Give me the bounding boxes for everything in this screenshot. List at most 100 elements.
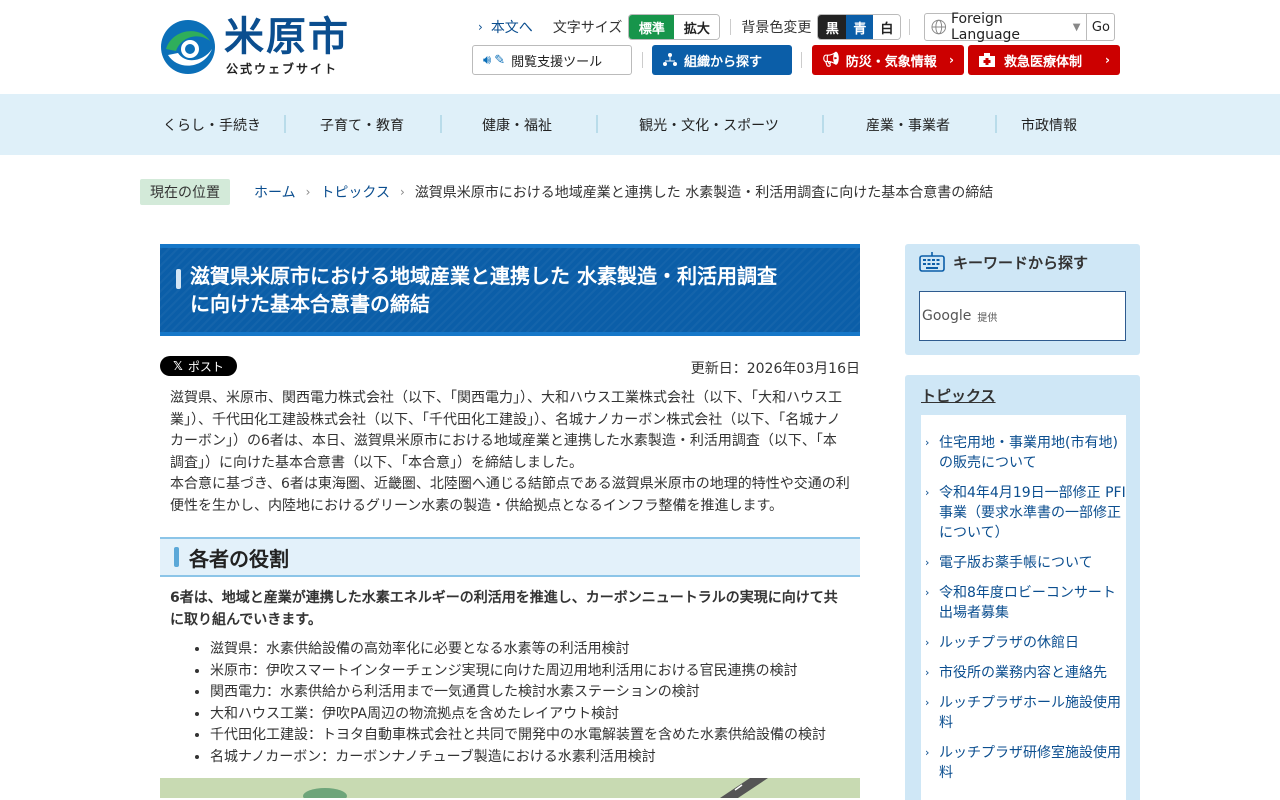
bg-white-button[interactable]: 白 (873, 15, 901, 39)
list-item: 関西電力：水素供給から利活用まで一気通貫した検討水素ステーションの検討 (210, 682, 860, 704)
x-post-button[interactable]: 𝕏 ポスト (160, 356, 237, 376)
organization-icon (663, 53, 677, 66)
topic-link[interactable]: › 住宅用地・事業用地(市有地)の販売について (921, 433, 1126, 473)
nav-item-industry[interactable]: 産業・事業者 (842, 94, 974, 155)
breadcrumb: 現在の位置 ホーム › トピックス › 滋賀県米原市における地域産業と連携した … (140, 179, 994, 205)
nav-item-health[interactable]: 健康・福祉 (460, 94, 574, 155)
nav-divider (440, 115, 442, 133)
paragraph: 本合意に基づき、6者は東海圏、近畿圏、北陸圏へ通じる結節点である滋賀県米原市の地… (170, 476, 850, 514)
topic-link[interactable]: › 令和4年4月19日一部修正 PFI事業（要求水準書の一部修正について） (921, 483, 1126, 543)
divider (730, 19, 732, 35)
topic-link[interactable]: › 電子版お薬手帳について (921, 553, 1126, 573)
topics-list: › 住宅用地・事業用地(市有地)の販売について › 令和4年4月19日一部修正 PF… (921, 415, 1126, 800)
list-item: 米原市：伊吹スマートインターチェンジ実現に向けた周辺用地利活用における官民連携の… (210, 661, 860, 683)
nav-divider (284, 115, 286, 133)
topic-link[interactable]: › ルッチプラザ研修室施設使用料 (921, 743, 1126, 783)
chevron-right-icon: › (949, 53, 954, 67)
site-map-image (160, 778, 860, 798)
divider (642, 52, 643, 68)
chevron-right-icon: › (478, 20, 483, 34)
google-search-input[interactable]: Google 提供 (919, 291, 1126, 341)
browsing-assist-tool-button[interactable]: 🔊︎ ✎ 閲覧支援ツール (472, 45, 632, 75)
chevron-right-icon: › (925, 696, 930, 709)
google-provided-label: 提供 (977, 312, 998, 324)
page-title-box: 滋賀県米原市における地域産業と連携した 水素製造・利活用調査 に向けた基本合意書… (160, 244, 860, 336)
megaphone-icon: 📢︎ (822, 52, 840, 68)
language-go-button[interactable]: Go (1087, 20, 1114, 35)
x-logo-icon: 𝕏 (173, 359, 183, 373)
nav-divider (596, 115, 598, 133)
topic-link[interactable]: › 令和8年度ロビーコンサート出場者募集 (921, 583, 1126, 623)
nav-item-childcare[interactable]: 子育て・教育 (304, 94, 420, 155)
header-button-row: 🔊︎ ✎ 閲覧支援ツール 組織から探す 📢︎ 防災・気象情報 › 救急医療体制 (472, 45, 1120, 75)
font-size-large-button[interactable]: 拡大 (674, 15, 720, 39)
topic-link[interactable]: › ルッチプラザホール施設使用料 (921, 693, 1126, 733)
article-meta: 𝕏 ポスト 更新日：2026年03月16日 (160, 352, 860, 382)
keyword-search-heading: キーワードから探す (905, 244, 1140, 280)
chevron-right-icon: › (925, 486, 930, 499)
title-accent-bar (176, 269, 181, 289)
nav-item-living[interactable]: くらし・手続き (160, 94, 264, 155)
article-body: 滋賀県、米原市、関西電力株式会社（以下、「関西電力」）、大和ハウス工業株式会社（… (160, 388, 860, 517)
hospital-icon (979, 53, 995, 67)
chevron-right-icon: › (925, 436, 930, 449)
chevron-right-icon: › (1105, 53, 1110, 67)
keyboard-icon (919, 252, 945, 272)
list-item: 大和ハウス工業：伊吹PA周辺の物流拠点を含めたレイアウト検討 (210, 704, 860, 726)
nav-divider (822, 115, 824, 133)
city-emblem-icon (161, 20, 215, 74)
list-item: 滋賀県：水素供給設備の高効率化に必要となる水素等の利活用検討 (210, 639, 860, 661)
main-content: 滋賀県米原市における地域産業と連携した 水素製造・利活用調査 に向けた基本合意書… (160, 244, 860, 798)
bg-black-button[interactable]: 黒 (818, 15, 847, 39)
bg-blue-button[interactable]: 青 (846, 15, 874, 39)
paragraph: 滋賀県、米原市、関西電力株式会社（以下、「関西電力」）、大和ハウス工業株式会社（… (170, 390, 842, 471)
disaster-weather-info-button[interactable]: 📢︎ 防災・気象情報 › (812, 45, 964, 75)
keyword-search-panel: キーワードから探す Google 提供 (905, 244, 1140, 355)
chevron-right-icon: › (305, 185, 311, 199)
breadcrumb-home-link[interactable]: ホーム (254, 182, 296, 202)
bg-color-label: 背景色変更 (741, 20, 812, 36)
language-select[interactable]: Foreign Language ▼ (925, 11, 1088, 43)
search-by-organization-button[interactable]: 組織から探す (652, 45, 792, 75)
google-logo: Google (922, 308, 972, 324)
emergency-medical-button[interactable]: 救急医療体制 › (968, 45, 1120, 75)
site-logo[interactable]: 米原市 公式ウェブサイト (160, 14, 360, 78)
section-heading-roles: 各者の役割 (160, 537, 860, 577)
nav-item-tourism[interactable]: 観光・文化・スポーツ (616, 94, 802, 155)
font-size-switcher: 標準 拡大 (628, 14, 721, 40)
topic-link[interactable]: › ルッチプラザの休館日 (921, 633, 1126, 653)
language-selector: Foreign Language ▼ Go (924, 11, 1116, 43)
dropdown-arrow-icon: ▼ (1072, 21, 1081, 33)
bg-color-switcher: 黒 青 白 (817, 14, 902, 40)
pen-icon: ✎ (494, 52, 506, 68)
site-header: 米原市 公式ウェブサイト › 本文へ 文字サイズ 標準 拡大 背景色変更 黒 青… (0, 0, 1280, 94)
logo-subtitle: 公式ウェブサイト (226, 62, 339, 76)
chevron-right-icon: › (925, 746, 930, 759)
page-title: 滋賀県米原市における地域産業と連携した 水素製造・利活用調査 に向けた基本合意書… (190, 264, 777, 316)
chevron-right-icon: › (925, 666, 930, 679)
skip-to-content-link[interactable]: › 本文へ (478, 17, 533, 37)
heading-accent-bar (174, 547, 179, 567)
logo-name: 米原市 (224, 14, 350, 60)
global-nav: くらし・手続き 子育て・教育 健康・福祉 観光・文化・スポーツ 産業・事業者 市… (0, 94, 1280, 155)
divider (909, 19, 911, 35)
globe-icon (931, 19, 947, 35)
updated-date: 更新日：2026年03月16日 (690, 361, 860, 377)
topic-link[interactable]: › 市役所の業務内容と連絡先 (921, 663, 1126, 683)
section-lead: 6者は、地域と産業が連携した水素エネルギーの利活用を推進し、カーボンニュートラル… (170, 590, 838, 628)
topics-heading-link[interactable]: トピックス (905, 375, 1140, 415)
list-item: 千代田化工建設：トヨタ自動車株式会社と共同で開発中の水電解装置を含めた水素供給設… (210, 725, 860, 747)
list-item: 名城ナノカーボン：カーボンナノチューブ製造における水素利活用検討 (210, 747, 860, 769)
chevron-right-icon: › (400, 185, 405, 199)
nav-divider (995, 115, 997, 133)
breadcrumb-topics-link[interactable]: トピックス (320, 182, 390, 202)
roles-list: 滋賀県：水素供給設備の高効率化に必要となる水素等の利活用検討 米原市：伊吹スマー… (160, 639, 860, 768)
breadcrumb-current-location-label: 現在の位置 (140, 179, 230, 205)
speaker-icon: 🔊︎ (483, 52, 492, 68)
header-utility-row: › 本文へ 文字サイズ 標準 拡大 背景色変更 黒 青 白 Foreign La… (478, 11, 1116, 43)
chevron-right-icon: › (925, 556, 930, 569)
nav-item-city-info[interactable]: 市政情報 (1015, 94, 1083, 155)
font-size-standard-button[interactable]: 標準 (629, 15, 675, 39)
font-size-label: 文字サイズ (552, 20, 623, 36)
breadcrumb-current-page: 滋賀県米原市における地域産業と連携した 水素製造・利活用調査に向けた基本合意書の… (414, 185, 994, 201)
